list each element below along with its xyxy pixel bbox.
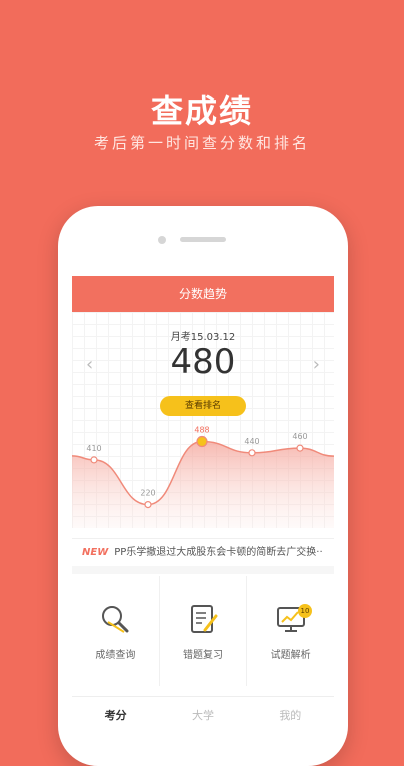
app-screen: 分数趋势 月考15.03.12 ‹ 480 › 查看排名 410 220 488 44… [72, 276, 334, 746]
section-divider [72, 566, 334, 574]
score-trend-chart: 410 220 488 440 460 [72, 426, 334, 528]
score-trend-panel: 月考15.03.12 ‹ 480 › 查看排名 410 220 488 440 460 [72, 312, 334, 528]
data-point[interactable] [296, 444, 304, 452]
view-rank-button[interactable]: 查看排名 [160, 396, 246, 416]
feature-label: 错题复习 [183, 649, 223, 661]
tab-scores[interactable]: 考分 [72, 697, 159, 746]
data-label: 460 [292, 432, 307, 441]
tab-bar: 考分 大学 我的 [72, 696, 334, 746]
notebook-pen-icon [191, 604, 218, 633]
feature-question-analysis[interactable]: 10 试题解析 [247, 576, 334, 686]
feature-grid: 成绩查询 错题复习 10 试题解析 [72, 576, 334, 686]
data-label: 220 [140, 489, 155, 498]
score-value: 480 [170, 342, 236, 382]
data-point[interactable] [248, 449, 256, 457]
magnifier-icon [102, 605, 129, 633]
news-badge: NEW [82, 547, 109, 558]
promo-title: 查成绩 [150, 92, 253, 130]
feature-label: 试题解析 [270, 649, 311, 661]
tab-mine[interactable]: 我的 [247, 697, 334, 746]
camera-dot [158, 236, 166, 244]
data-point[interactable] [144, 500, 152, 509]
data-point[interactable] [196, 435, 208, 448]
data-label: 410 [86, 444, 101, 453]
speaker-slot [180, 237, 226, 242]
data-label: 488 [194, 426, 209, 435]
phone-mockup: 分数趋势 月考15.03.12 ‹ 480 › 查看排名 410 220 488 44… [58, 206, 348, 766]
chevron-right-icon[interactable]: › [313, 354, 320, 375]
news-text: PP乐学撤退过大成股东会卡顿的简断去广交换·· [114, 547, 323, 558]
trend-area [72, 441, 334, 528]
data-point[interactable] [90, 456, 98, 464]
promo-subtitle: 考后第一时间查分数和排名 [93, 134, 310, 152]
exam-date: 月考15.03.12 [170, 332, 236, 343]
feature-mistake-review[interactable]: 错题复习 [160, 576, 248, 686]
news-bar[interactable]: NEW PP乐学撤退过大成股东会卡顿的简断去广交换·· [72, 538, 334, 568]
feature-score-query[interactable]: 成绩查询 [72, 576, 160, 686]
notification-badge: 10 [298, 604, 313, 618]
feature-label: 成绩查询 [95, 649, 136, 661]
tab-university[interactable]: 大学 [159, 697, 246, 746]
data-label: 440 [244, 437, 259, 446]
header-title: 分数趋势 [72, 276, 334, 312]
